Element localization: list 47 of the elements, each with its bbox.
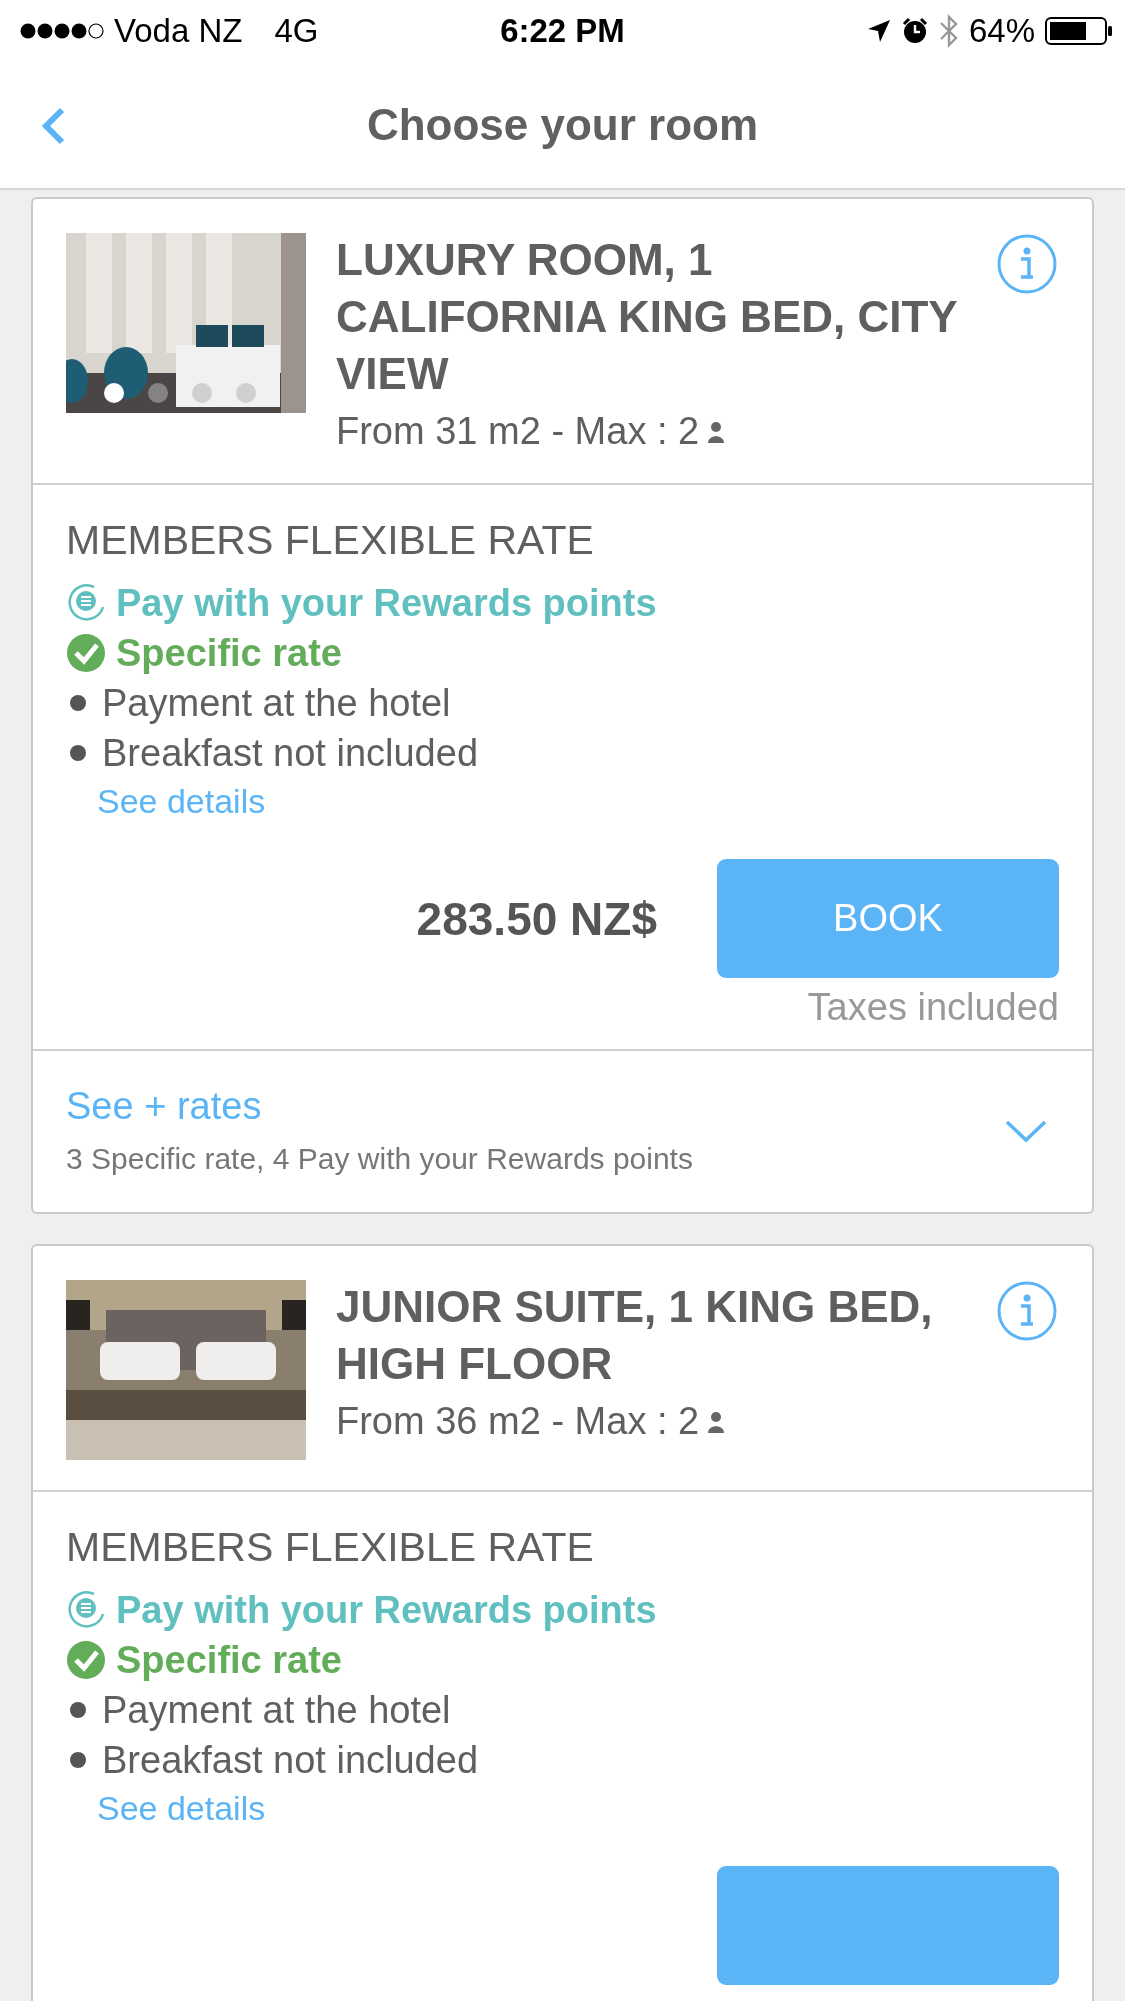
status-time: 6:22 PM bbox=[500, 12, 625, 50]
rate-feature: Pay with your Rewards points bbox=[116, 581, 657, 625]
info-icon[interactable] bbox=[996, 1280, 1058, 1342]
room-title: LUXURY ROOM, 1 CALIFORNIA KING BED, CITY VIEW bbox=[336, 234, 958, 400]
photo-page-dot[interactable] bbox=[236, 383, 256, 403]
see-more-rates-link[interactable]: See + rates bbox=[66, 1085, 262, 1127]
bullet-icon bbox=[70, 695, 86, 711]
see-details-link[interactable]: See details bbox=[97, 1789, 266, 1828]
rate-feature: Specific rate bbox=[116, 1638, 342, 1682]
network-type: 4G bbox=[274, 12, 319, 50]
bullet-icon bbox=[70, 1752, 86, 1768]
room-title: JUNIOR SUITE, 1 KING BED, HIGH FLOOR bbox=[336, 1281, 934, 1390]
rate-feature: Pay with your Rewards points bbox=[116, 1588, 657, 1632]
bluetooth-icon bbox=[938, 14, 959, 48]
page-title: Choose your room bbox=[366, 100, 759, 150]
carrier-name: Voda NZ bbox=[114, 12, 243, 50]
bullet-icon bbox=[70, 745, 86, 761]
bullet-icon bbox=[70, 1702, 86, 1718]
check-circle-icon bbox=[66, 633, 106, 673]
rate-feature: Payment at the hotel bbox=[102, 681, 451, 725]
rate-feature: Payment at the hotel bbox=[102, 1688, 451, 1732]
taxes-note: Taxes included bbox=[806, 986, 1059, 1029]
book-button[interactable]: BOOK bbox=[717, 859, 1059, 978]
alarm-icon bbox=[900, 17, 929, 45]
battery-icon bbox=[1045, 17, 1113, 45]
location-icon bbox=[866, 19, 891, 43]
rate-feature: Breakfast not included bbox=[102, 731, 478, 775]
signal-icon bbox=[20, 22, 104, 40]
check-circle-icon bbox=[66, 1640, 106, 1680]
price: 283.50 NZ$ bbox=[416, 891, 657, 946]
info-icon[interactable] bbox=[996, 233, 1058, 295]
room-size: From 36 m2 - Max : 2 bbox=[336, 1400, 700, 1443]
coin-stack-icon bbox=[66, 1590, 106, 1630]
rate-name: MEMBERS FLEXIBLE RATE bbox=[66, 1524, 595, 1571]
see-details-link[interactable]: See details bbox=[97, 782, 266, 821]
back-icon[interactable] bbox=[40, 106, 66, 146]
rate-name: MEMBERS FLEXIBLE RATE bbox=[66, 517, 595, 564]
battery-percent: 64% bbox=[968, 12, 1035, 50]
rate-feature: Breakfast not included bbox=[102, 1738, 478, 1782]
photo-page-dot[interactable] bbox=[192, 383, 212, 403]
person-icon bbox=[707, 1410, 726, 1433]
rates-summary: 3 Specific rate, 4 Pay with your Rewards points bbox=[66, 1142, 693, 1176]
photo-page-dot[interactable] bbox=[148, 383, 168, 403]
person-icon bbox=[707, 420, 726, 443]
room-size: From 31 m2 - Max : 2 bbox=[336, 410, 700, 453]
rate-feature: Specific rate bbox=[116, 631, 342, 675]
coin-stack-icon bbox=[66, 583, 106, 623]
